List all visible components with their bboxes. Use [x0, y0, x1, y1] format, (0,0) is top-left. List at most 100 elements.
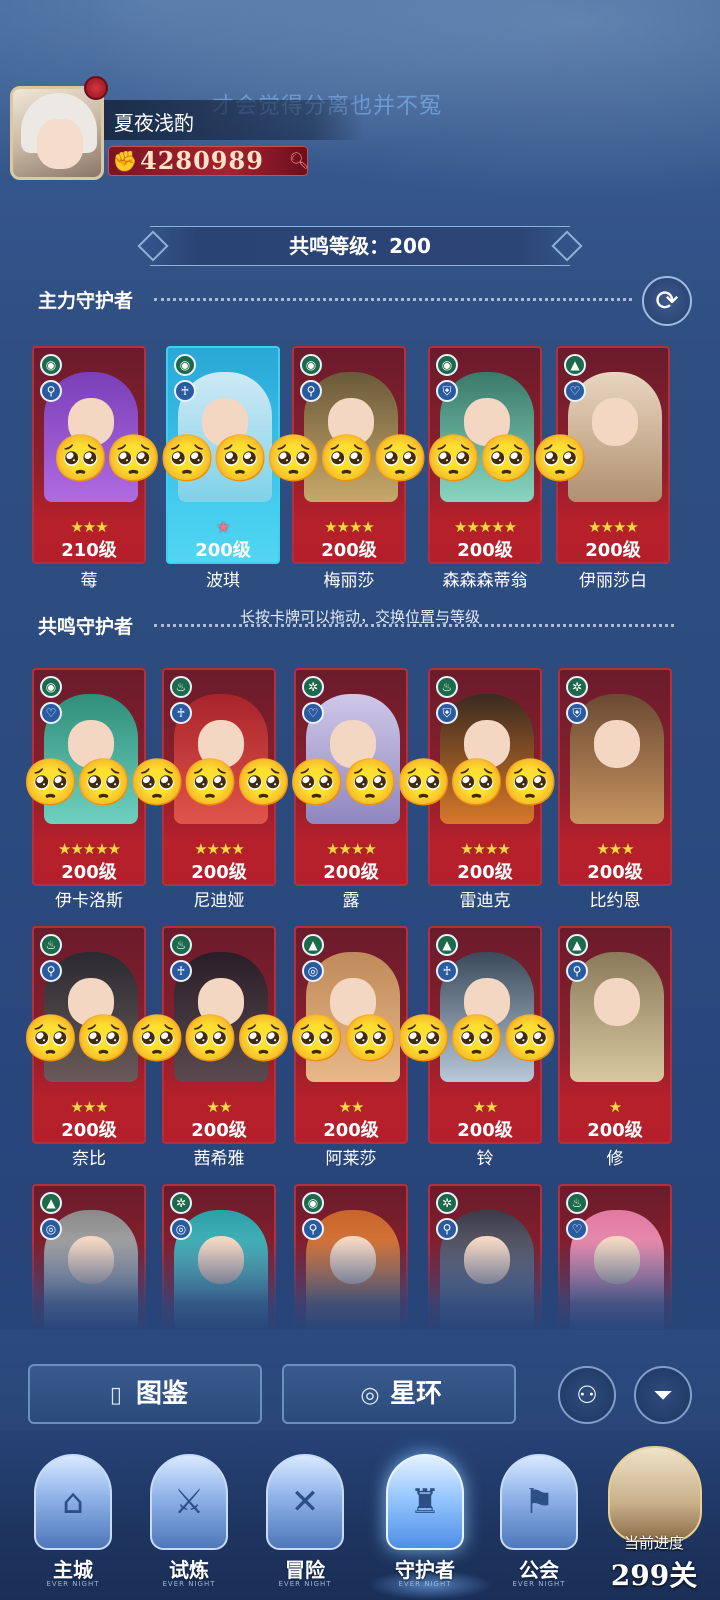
mascot-icon: [608, 1446, 702, 1542]
hero-stars: ★★★★: [326, 840, 377, 858]
nav-sublabel: EVER NIGHT: [512, 1580, 566, 1588]
hero-level: 200级: [457, 540, 513, 561]
nav-guild[interactable]: ⚑ 公会 EVER NIGHT: [484, 1446, 594, 1596]
element-icon: ◉: [40, 676, 62, 698]
nav-sublabel: EVER NIGHT: [162, 1580, 216, 1588]
resonance-level-banner: 共鸣等级：200: [137, 226, 583, 266]
search-icon[interactable]: 🔍︎: [288, 150, 310, 172]
class-icon: ♰: [170, 702, 192, 724]
star-ring-button[interactable]: ◎ 星环: [282, 1364, 516, 1424]
hero-level: 200级: [587, 1120, 643, 1141]
swap-refresh-button[interactable]: ⟳: [642, 276, 692, 326]
class-icon: ♰: [170, 960, 192, 982]
avatar-face: [37, 119, 83, 169]
hero-stars: ★★★★: [194, 840, 245, 858]
nav-label: 公会: [519, 1558, 559, 1582]
nav-main-city[interactable]: ⌂ 主城 EVER NIGHT: [18, 1446, 128, 1596]
class-icon: ⛨: [436, 702, 458, 724]
progress-panel[interactable]: 当前进度 299关: [594, 1446, 714, 1596]
hero-name: 茜希雅: [193, 1149, 245, 1169]
hero-stars: ★★★★: [324, 518, 375, 536]
element-icon: ✲: [170, 1192, 192, 1214]
hero-stars: ★★★: [70, 518, 108, 536]
player-avatar[interactable]: [10, 86, 104, 180]
class-icon: ♡: [302, 702, 324, 724]
hero-name: 尼迪娅: [193, 891, 245, 911]
filter-button[interactable]: ⏷: [634, 1366, 692, 1424]
banner-right-diamond: [551, 230, 583, 262]
hero-name: 雷迪克: [459, 891, 511, 911]
resonance-guardians-title: 共鸣守护者: [38, 616, 134, 638]
element-icon: ◉: [436, 354, 458, 376]
guild-banner-icon: ⚑: [500, 1454, 578, 1550]
hero-stars: ★: [608, 1098, 622, 1116]
class-icon: ♡: [564, 380, 586, 402]
hero-stars: ★★★★★: [453, 518, 517, 536]
guardian-helm-icon: ♜: [386, 1454, 464, 1550]
element-icon: ▲: [40, 1192, 62, 1214]
hero-name: 铃: [476, 1149, 494, 1169]
element-icon: ♨: [566, 1192, 588, 1214]
hero-stars: ★★★: [596, 840, 634, 858]
hero-name: 伊丽莎白: [579, 571, 647, 591]
nav-guardians[interactable]: ♜ 守护者 EVER NIGHT: [370, 1446, 480, 1596]
section-divider: [154, 624, 674, 627]
hero-card[interactable]: ✲ ⛨ ★★★ 200级: [558, 668, 672, 886]
fist-icon: ✊: [112, 149, 138, 173]
hero-name: 伊卡洛斯: [55, 891, 123, 911]
codex-button[interactable]: ▯ 图鉴: [28, 1364, 262, 1424]
book-icon: ▯: [109, 1383, 123, 1408]
nav-trial[interactable]: ⚔ 试炼 EVER NIGHT: [134, 1446, 244, 1596]
hero-stars: ★★★★: [588, 518, 639, 536]
hero-stars: ★★★★★: [57, 840, 121, 858]
class-icon: ♡: [40, 702, 62, 724]
trial-shield-icon: ⚔: [150, 1454, 228, 1550]
element-icon: ✲: [566, 676, 588, 698]
crossed-swords-icon: ✕: [266, 1454, 344, 1550]
hero-name: 莓: [80, 571, 98, 591]
emoji-overlay-row-1: 🥺🥺🥺🥺🥺🥺🥺🥺🥺🥺: [52, 431, 589, 485]
element-icon: ♨: [436, 676, 458, 698]
element-icon: ♨: [170, 934, 192, 956]
hero-level: 200级: [191, 1120, 247, 1141]
class-icon: ⚲: [40, 960, 62, 982]
hero-stars: ★★: [472, 1098, 499, 1116]
hero-name: 奈比: [72, 1149, 106, 1169]
class-icon: ⛨: [566, 702, 588, 724]
role-filter-button[interactable]: ⚇: [558, 1366, 616, 1424]
hero-level: 200级: [323, 862, 379, 883]
hero-level: 200级: [585, 540, 641, 561]
element-icon: ✲: [302, 676, 324, 698]
nav-sublabel: EVER NIGHT: [398, 1580, 452, 1588]
power-value: 4280989: [140, 146, 264, 175]
hero-level: 200级: [195, 540, 251, 561]
hero-card[interactable]: ▲ ⚲ ★ 200级: [558, 926, 672, 1144]
hero-level: 200级: [191, 862, 247, 883]
class-icon: ♰: [436, 960, 458, 982]
nav-sublabel: EVER NIGHT: [278, 1580, 332, 1588]
nav-label: 试炼: [169, 1558, 209, 1582]
progress-value: 299关: [610, 1559, 698, 1592]
progress-label: 当前进度: [623, 1534, 684, 1552]
hero-stars: ★★: [206, 1098, 233, 1116]
nav-label: 守护者: [395, 1558, 455, 1582]
emoji-overlay-row-3: 🥺🥺🥺🥺🥺🥺🥺🥺🥺🥺: [22, 1011, 559, 1065]
hero-level: 200级: [457, 862, 513, 883]
class-icon: ◎: [302, 960, 324, 982]
section-divider: [154, 298, 632, 301]
castle-icon: ⌂: [34, 1454, 112, 1550]
class-icon: ⚲: [566, 960, 588, 982]
emoji-overlay-row-2: 🥺🥺🥺🥺🥺🥺🥺🥺🥺🥺: [22, 755, 559, 809]
class-icon: ⛨: [436, 380, 458, 402]
nav-adventure[interactable]: ✕ 冒险 EVER NIGHT: [250, 1446, 360, 1596]
element-icon: ◉: [174, 354, 196, 376]
hero-level: 200级: [321, 540, 377, 561]
class-icon: ◎: [170, 1218, 192, 1240]
hero-name: 梅丽莎: [323, 571, 375, 591]
class-icon: ⚲: [436, 1218, 458, 1240]
hero-stars: ★★★★: [460, 840, 511, 858]
hero-level: 200级: [61, 862, 117, 883]
class-icon: ⚲: [302, 1218, 324, 1240]
hero-level: 200级: [323, 1120, 379, 1141]
element-icon: ▲: [302, 934, 324, 956]
